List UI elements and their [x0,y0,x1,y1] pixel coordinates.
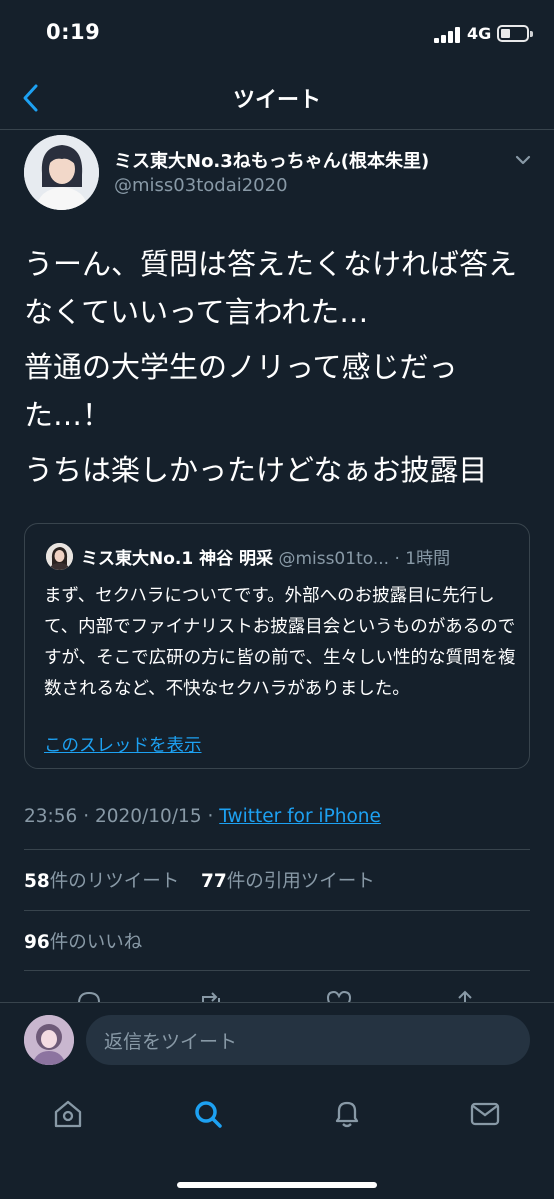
my-avatar[interactable] [24,1015,74,1065]
home-indicator [177,1182,377,1188]
divider [24,970,530,971]
battery-icon [497,25,529,42]
reply-input[interactable]: 返信をツイート [86,1015,530,1065]
quotes-stat[interactable]: 77件の引用ツイート [201,871,375,892]
page-title: ツイート [232,88,321,113]
show-thread-link[interactable]: このスレッドを表示 [44,732,202,757]
tweet-text: うーん、質問は答えたくなければ答えなくていいって言われた… 普通の大学生のノリっ… [24,240,534,494]
status-bar: 0:19 4G [0,0,554,68]
divider [24,910,530,911]
tweet-source-link[interactable]: Twitter for iPhone [219,806,381,827]
likes-label: 件のいいね [49,932,143,953]
network-label: 4G [467,24,492,43]
home-icon [54,1100,82,1128]
quote-text: まず、セクハラについてです。外部へのお披露目に先行して、内部でファイナリストお披… [44,586,516,699]
retweets-count: 58 [24,871,50,892]
status-time: 0:19 [46,20,101,44]
retweet-quote-stats: 58件のリツイート 77件の引用ツイート [24,867,375,893]
quote-avatar [46,543,73,570]
notifications-icon [335,1101,359,1128]
tab-search[interactable] [188,1094,228,1134]
tweet-timestamp: 23:56 · 2020/10/15 · [24,806,220,827]
chevron-down-icon [515,155,531,165]
retweets-stat[interactable]: 58件のリツイート [24,871,179,892]
divider [24,849,530,850]
quoted-tweet[interactable]: ミス東大No.1 神谷 明采 @miss01to... · 1時間 まず、セクハ… [24,523,530,769]
quote-header: ミス東大No.1 神谷 明采 @miss01to... · 1時間 [81,544,521,569]
reply-bar: 返信をツイート [0,1002,554,1078]
share-icon[interactable] [450,988,480,1002]
search-icon [195,1101,222,1128]
likes-count: 96 [24,932,50,953]
bottom-tab-bar [0,1078,554,1199]
tweet-actions [0,985,554,1002]
tweet-paragraph: 普通の大学生のノリって感じだった…！ [24,350,458,432]
messages-icon [470,1102,500,1126]
nav-header: ツイート [0,68,554,130]
tweet-paragraph: うちは楽しかったけどなぁお披露目 [24,453,488,487]
author-handle[interactable]: @miss03todai2020 [114,175,288,196]
tab-messages[interactable] [465,1094,505,1134]
author-display-name[interactable]: ミス東大No.3ねもっちゃん(根本朱里) [114,147,429,173]
likes-stat[interactable]: 96件のいいね [24,928,142,954]
tweet-paragraph: うーん、質問は答えたくなければ答えなくていいって言われた… [24,247,518,329]
tweet-author: ミス東大No.3ねもっちゃん(根本朱里) @miss03todai2020 [0,133,554,213]
author-avatar[interactable] [24,135,99,210]
quotes-label: 件の引用ツイート [226,871,375,892]
quotes-count: 77 [201,871,227,892]
tweet-meta: 23:56 · 2020/10/15 · Twitter for iPhone [24,806,381,827]
quote-author-handle: @miss01to... [278,549,390,569]
signal-icon [434,27,462,43]
reply-icon[interactable] [74,988,104,1002]
retweet-icon[interactable] [196,988,226,1002]
quote-author-name: ミス東大No.1 神谷 明采 [81,549,274,569]
retweets-label: 件のリツイート [49,871,180,892]
quote-time: · 1時間 [394,549,451,569]
more-options-button[interactable] [512,149,534,171]
tab-home[interactable] [48,1094,88,1134]
tab-notifications[interactable] [327,1094,367,1134]
like-icon[interactable] [324,988,354,1002]
